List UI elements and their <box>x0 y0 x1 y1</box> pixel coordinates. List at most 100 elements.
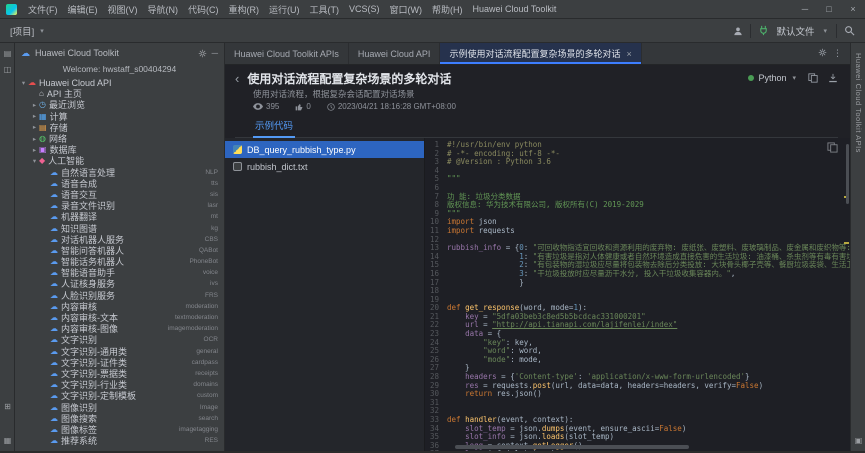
chevron-down-icon: ▾ <box>821 27 829 35</box>
tree-item[interactable]: ☁自然语言处理NLP <box>15 167 224 178</box>
chevron-icon[interactable]: ▸ <box>30 112 39 120</box>
likes-count[interactable]: 0 <box>295 102 310 111</box>
tree-item[interactable]: ☁图像搜索search <box>15 413 224 424</box>
file-item[interactable]: rubbish_dict.txt <box>225 158 424 175</box>
close-icon[interactable]: × <box>626 49 631 59</box>
gear-icon[interactable] <box>198 49 207 58</box>
chevron-icon[interactable]: ▸ <box>30 135 39 143</box>
main-toolbar: [项目] ▾ 默认文件 ▾ <box>0 19 865 43</box>
doc-header: ‹ 使用对话流程配置复杂场景的多轮对话 Python ▾ 使用对话流程，根据复杂… <box>225 65 850 138</box>
menu-item[interactable]: 工具(T) <box>305 3 345 16</box>
tree-item[interactable]: ▸◷最近浏览 <box>15 99 224 110</box>
editor-tab[interactable]: Huawei Cloud API <box>349 43 441 64</box>
event-log-tool-icon[interactable]: ▣ <box>851 436 865 445</box>
thumbs-up-icon <box>295 103 303 111</box>
tree-item[interactable]: ☁内容审核moderation <box>15 301 224 312</box>
tree-item[interactable]: ☁内容审核-图像imagemoderation <box>15 323 224 334</box>
editor-tab[interactable]: 示例使用对话流程配置复杂场景的多轮对话 × <box>440 43 641 64</box>
menu-item[interactable]: 文件(F) <box>23 3 63 16</box>
favorites-tool-icon[interactable]: ⊞ <box>0 402 15 411</box>
tab-strip-row: Huawei Cloud Toolkit APIs Huawei Cloud AP… <box>225 43 850 65</box>
panel-title: Huawei Cloud Toolkit <box>35 48 119 58</box>
tree-item[interactable]: ☁图像识别Image <box>15 401 224 412</box>
file-item[interactable]: DB_query_rubbish_type.py <box>225 141 424 158</box>
service-tag: kg <box>211 225 224 232</box>
code-text: } <box>447 279 524 288</box>
service-tag: custom <box>197 392 224 399</box>
tree-item[interactable]: ☁录音文件识别lasr <box>15 200 224 211</box>
menu-item[interactable]: 编辑(E) <box>63 3 103 16</box>
horizontal-scrollbar[interactable] <box>455 445 689 449</box>
back-button[interactable]: ‹ <box>235 72 239 85</box>
tree-item[interactable]: ☁人证核身服务ivs <box>15 278 224 289</box>
download-icon[interactable] <box>828 73 838 83</box>
tree-item[interactable]: ▾◆人工智能 <box>15 155 224 166</box>
menu-item[interactable]: 运行(U) <box>264 3 305 16</box>
cloud-icon: ☁ <box>50 257 58 266</box>
menu-item[interactable]: 帮助(H) <box>427 3 468 16</box>
hide-panel-icon[interactable]: ─ <box>212 48 218 58</box>
project-selector[interactable]: [项目] <box>0 24 38 38</box>
structure-tool-icon[interactable]: ◫ <box>0 65 15 74</box>
tree-item[interactable]: ☁文字识别-定制模板custom <box>15 390 224 401</box>
menu-item[interactable]: 重构(R) <box>224 3 265 16</box>
tree-item[interactable]: ☁语音合成tts <box>15 178 224 189</box>
menu-item[interactable]: Huawei Cloud Toolkit <box>468 4 562 14</box>
chevron-icon[interactable]: ▸ <box>30 101 39 109</box>
service-tag: search <box>198 415 224 422</box>
tab-label: Huawei Cloud Toolkit APIs <box>234 49 339 59</box>
editor-tab[interactable]: Huawei Cloud Toolkit APIs <box>225 43 349 64</box>
tree-item[interactable]: ☁内容审核-文本textmoderation <box>15 312 224 323</box>
run-target-selector[interactable]: 默认文件 <box>776 24 814 38</box>
more-options-icon[interactable]: ⋮ <box>833 48 842 59</box>
menu-item[interactable]: 窗口(W) <box>385 3 428 16</box>
language-selector[interactable]: Python ▾ <box>748 73 798 83</box>
menu-item[interactable]: VCS(S) <box>344 4 385 14</box>
code-editor[interactable]: 1#!/usr/bin/env python2# -*- encoding: u… <box>425 138 850 451</box>
service-tag: RES <box>205 437 224 444</box>
chevron-icon[interactable]: ▾ <box>19 79 28 87</box>
network-icon: ◍ <box>39 134 46 143</box>
user-icon[interactable] <box>733 26 743 36</box>
vertical-scrollbar[interactable] <box>846 144 849 204</box>
tree-item[interactable]: ☁人脸识别服务FRS <box>15 290 224 301</box>
tree-item[interactable]: ▸◍网络 <box>15 133 224 144</box>
tab-sample-code[interactable]: 示例代码 <box>253 117 295 138</box>
tab-label: 示例使用对话流程配置复杂场景的多轮对话 <box>449 47 620 60</box>
service-tag: lasr <box>208 202 224 209</box>
copy-code-icon[interactable] <box>827 142 838 155</box>
menu-item[interactable]: 代码(C) <box>183 3 224 16</box>
tree-item[interactable]: ☁推荐系统RES <box>15 435 224 446</box>
tree-item[interactable]: ▸▣数据库 <box>15 144 224 155</box>
service-tag: voice <box>203 269 224 276</box>
storage-icon: ▤ <box>39 123 47 132</box>
project-tool-icon[interactable]: ▤ <box>0 49 15 58</box>
terminal-tool-icon[interactable]: ▦ <box>0 436 15 445</box>
cloud-icon: ☁ <box>50 179 58 188</box>
tree-item[interactable]: ⌂API 主页 <box>15 88 224 99</box>
gear-icon[interactable] <box>818 48 827 59</box>
cloud-icon: ☁ <box>50 291 58 300</box>
tree-item[interactable]: ☁语音交互sis <box>15 189 224 200</box>
copy-icon[interactable] <box>808 73 818 83</box>
maximize-button[interactable]: □ <box>817 0 841 18</box>
chevron-icon[interactable]: ▸ <box>30 146 39 154</box>
tree-item[interactable]: ☁图像标签imagetagging <box>15 424 224 435</box>
tree-item[interactable]: ☁智能语音助手voice <box>15 267 224 278</box>
sample-content: DB_query_rubbish_type.pyrubbish_dict.txt… <box>225 138 850 451</box>
chevron-icon[interactable]: ▾ <box>30 157 39 165</box>
tree-item[interactable]: ▸▦计算 <box>15 111 224 122</box>
right-dock-label[interactable]: Huawei Cloud Toolkit APIs <box>854 53 863 153</box>
menu-item[interactable]: 视图(V) <box>103 3 143 16</box>
chevron-icon[interactable]: ▸ <box>30 123 39 131</box>
tree-item[interactable]: ☁机器翻译mt <box>15 211 224 222</box>
tree-item[interactable]: ☁智能话务机器人PhoneBot <box>15 256 224 267</box>
tree-item[interactable]: ▸▤存储 <box>15 122 224 133</box>
ai-icon: ◆ <box>39 156 45 165</box>
line-number: 37 <box>425 450 447 451</box>
menu-item[interactable]: 导航(N) <box>143 3 184 16</box>
close-button[interactable]: × <box>841 0 865 18</box>
cloud-icon: ☁ <box>50 246 58 255</box>
minimize-button[interactable]: ─ <box>793 0 817 18</box>
search-icon[interactable] <box>844 25 855 36</box>
